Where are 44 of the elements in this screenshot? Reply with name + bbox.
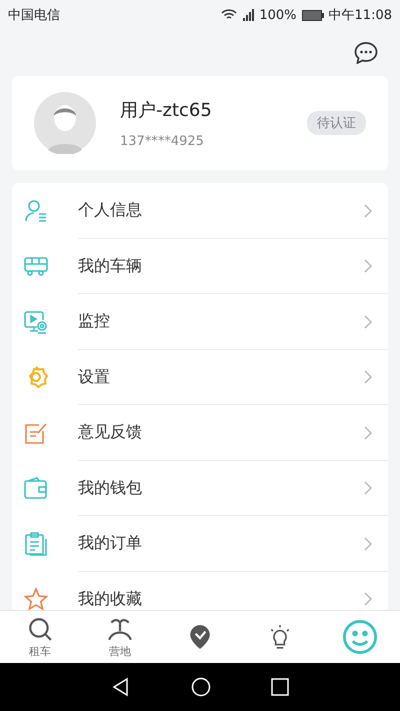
menu-item[interactable]: 监控 (12, 294, 388, 350)
light-bulb-icon (270, 624, 290, 649)
verification-badge: 待认证 (307, 111, 366, 135)
profile-card[interactable]: 用户-ztc65 137****4925 待认证 (12, 76, 388, 170)
menu-item[interactable]: 设置 (12, 350, 388, 405)
chevron-icon (364, 536, 372, 551)
camera-monitor-icon (24, 310, 47, 334)
user-name: 用户-ztc65 (120, 98, 213, 122)
chevron-icon (364, 259, 372, 274)
smiley-icon (343, 620, 377, 654)
edit-note-icon (25, 423, 47, 444)
menu-item[interactable]: 我的钱包 (12, 460, 388, 516)
carrier-name: 中国电信 (8, 7, 60, 24)
chevron-icon (364, 481, 372, 496)
back-icon[interactable] (111, 677, 131, 697)
chevron-icon (364, 426, 372, 440)
battery-percent: 100% (259, 8, 297, 22)
signal-icon (242, 9, 254, 21)
person-icon (25, 200, 47, 222)
pin-icon (190, 625, 210, 649)
search-icon (29, 618, 52, 640)
tab[interactable]: 租车 (0, 611, 80, 663)
star-icon (24, 587, 48, 610)
chevron-icon (364, 592, 372, 606)
bus-icon (24, 257, 48, 276)
wallet-icon (24, 477, 47, 500)
avatar (34, 92, 96, 154)
chevron-icon (364, 370, 372, 384)
menu-item[interactable]: 我的车辆 (12, 238, 388, 294)
menu-item[interactable]: 个人信息 (12, 183, 388, 238)
recents-icon[interactable] (271, 678, 289, 696)
battery-icon (302, 10, 324, 20)
menu-item[interactable]: 我的订单 (12, 516, 388, 572)
chat-bubble-icon[interactable] (354, 42, 378, 64)
tab[interactable]: 营地 (80, 611, 160, 663)
home-icon[interactable] (191, 677, 211, 697)
chevron-icon (364, 204, 372, 218)
phone-number: 137****4925 (120, 134, 205, 148)
chevron-icon (364, 314, 372, 329)
clock: 中午11:08 (328, 7, 392, 24)
clipboard-icon (25, 532, 47, 556)
gear-icon (28, 366, 48, 389)
wifi-icon (221, 9, 238, 21)
menu-item[interactable]: 意见反馈 (12, 405, 388, 460)
